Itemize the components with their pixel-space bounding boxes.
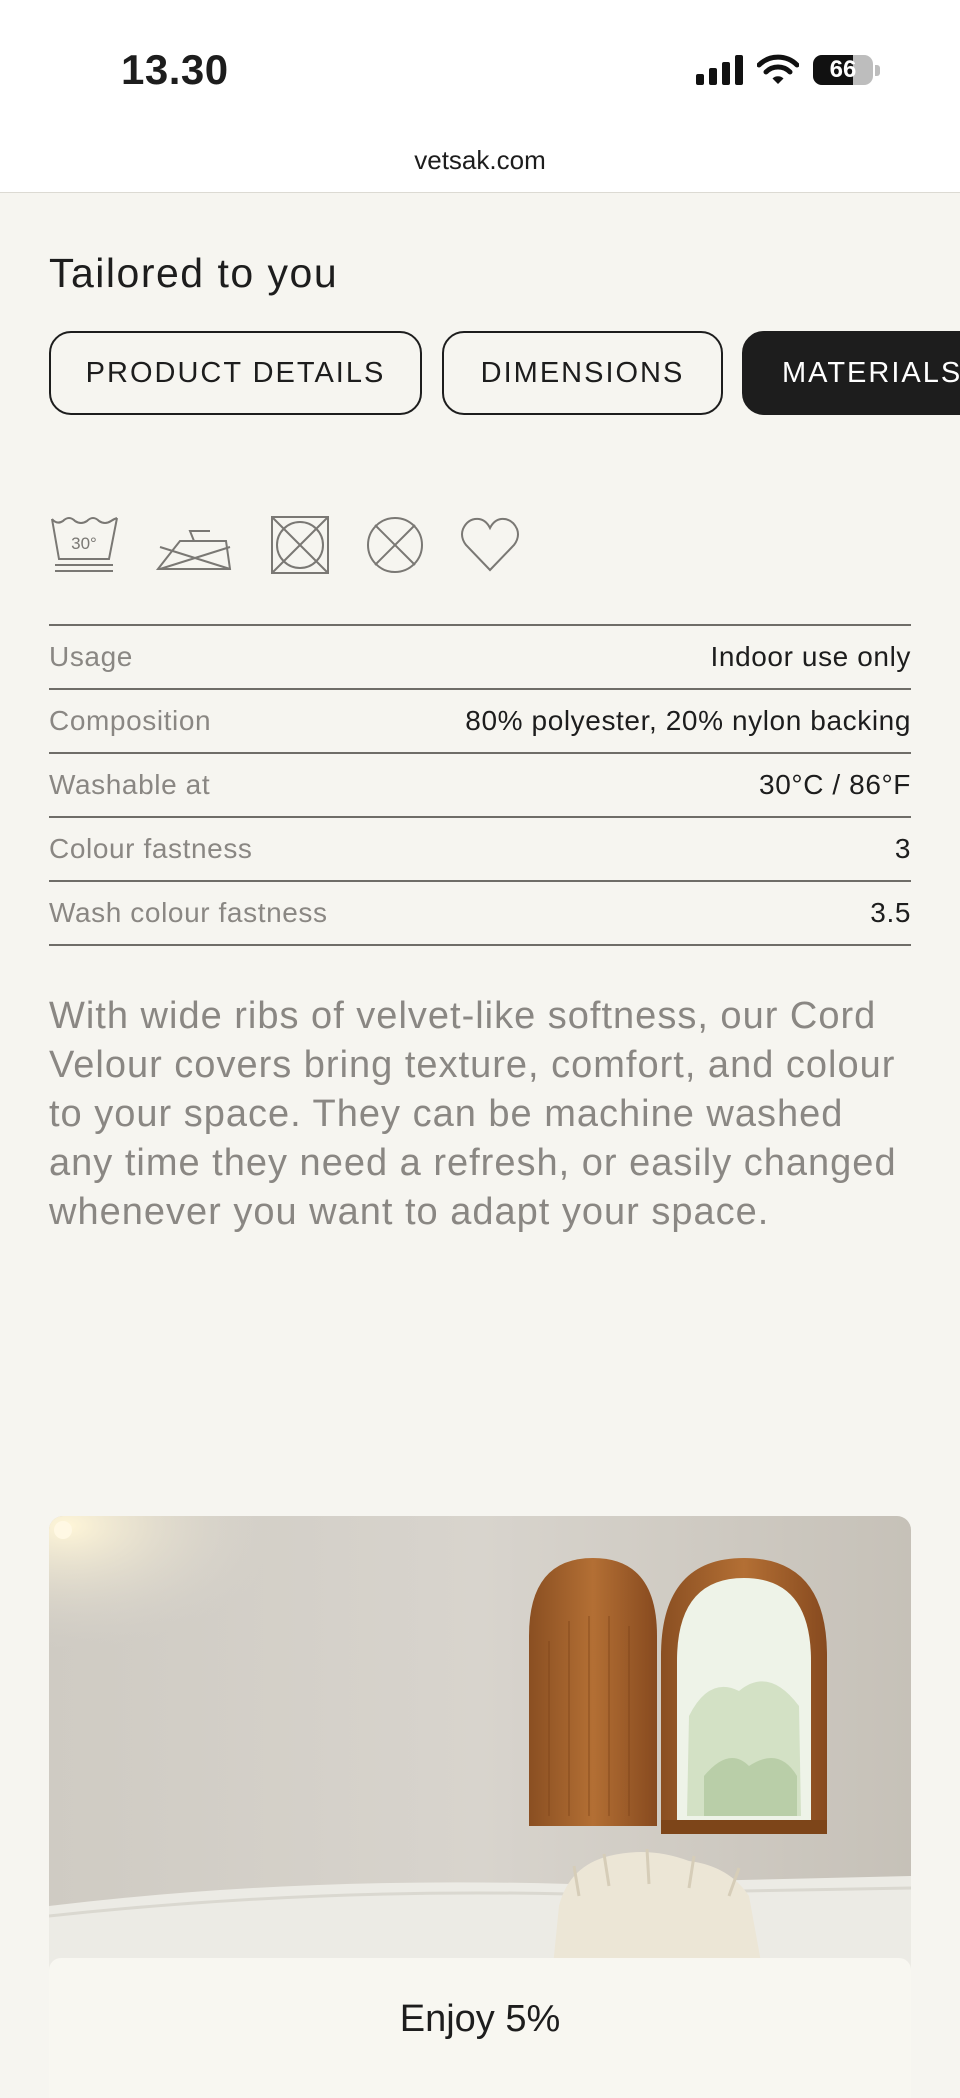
spec-row-washable-at: Washable at 30°C / 86°F: [49, 752, 911, 816]
cellular-signal-icon: [696, 55, 743, 85]
product-description: With wide ribs of velvet-like softness, …: [49, 995, 897, 1233]
spec-row-usage: Usage Indoor use only: [49, 624, 911, 688]
spec-row-colour-fastness: Colour fastness 3: [49, 816, 911, 880]
battery-percent: 66: [829, 56, 857, 83]
spec-label: Usage: [49, 641, 133, 672]
wash-30-icon: 30°: [51, 517, 118, 572]
materials-specs-table: Usage Indoor use only Composition 80% po…: [49, 624, 911, 946]
url-bar[interactable]: vetsak.com: [0, 140, 960, 193]
url-text: vetsak.com: [414, 145, 546, 175]
spec-label: Wash colour fastness: [49, 897, 328, 928]
wifi-icon: [757, 54, 799, 84]
tab-dimensions[interactable]: DIMENSIONS: [442, 331, 723, 415]
section-title: Tailored to you: [49, 250, 339, 296]
do-not-iron-icon: [155, 530, 232, 570]
spec-value: 80% polyester, 20% nylon backing: [465, 705, 911, 736]
interior-scene-illustration: [49, 1516, 911, 2006]
heart-icon[interactable]: [460, 515, 520, 575]
status-time: 13.30: [121, 46, 229, 93]
lifestyle-image: [49, 1516, 911, 2006]
promo-banner[interactable]: Enjoy 5%: [49, 1958, 911, 2098]
tab-bar: PRODUCT DETAILS DIMENSIONS MATERIALS: [49, 331, 960, 419]
spec-label: Washable at: [49, 769, 211, 800]
promo-text: Enjoy 5%: [399, 1998, 561, 2040]
spec-value: 3: [894, 833, 911, 864]
spec-value: Indoor use only: [710, 641, 911, 672]
tab-label: PRODUCT DETAILS: [85, 356, 386, 389]
tab-product-details[interactable]: PRODUCT DETAILS: [49, 331, 422, 415]
spec-label: Composition: [49, 705, 212, 736]
tab-materials[interactable]: MATERIALS: [742, 331, 960, 415]
spec-label: Colour fastness: [49, 833, 253, 864]
battery-nub: [875, 64, 880, 76]
spec-row-wash-colour-fastness: Wash colour fastness 3.5: [49, 880, 911, 946]
spec-value: 30°C / 86°F: [759, 769, 911, 800]
tab-label: MATERIALS: [782, 356, 960, 389]
do-not-dry-clean-icon: [367, 517, 423, 573]
battery-icon: 66: [813, 55, 873, 85]
tab-label: DIMENSIONS: [480, 356, 685, 389]
spec-row-composition: Composition 80% polyester, 20% nylon bac…: [49, 688, 911, 752]
status-icons: 66: [696, 50, 880, 90]
status-bar: 13.30 66: [0, 0, 960, 140]
wash-temp-label: 30°: [71, 534, 97, 553]
spec-value: 3.5: [870, 897, 911, 928]
do-not-tumble-dry-icon: [271, 516, 329, 574]
